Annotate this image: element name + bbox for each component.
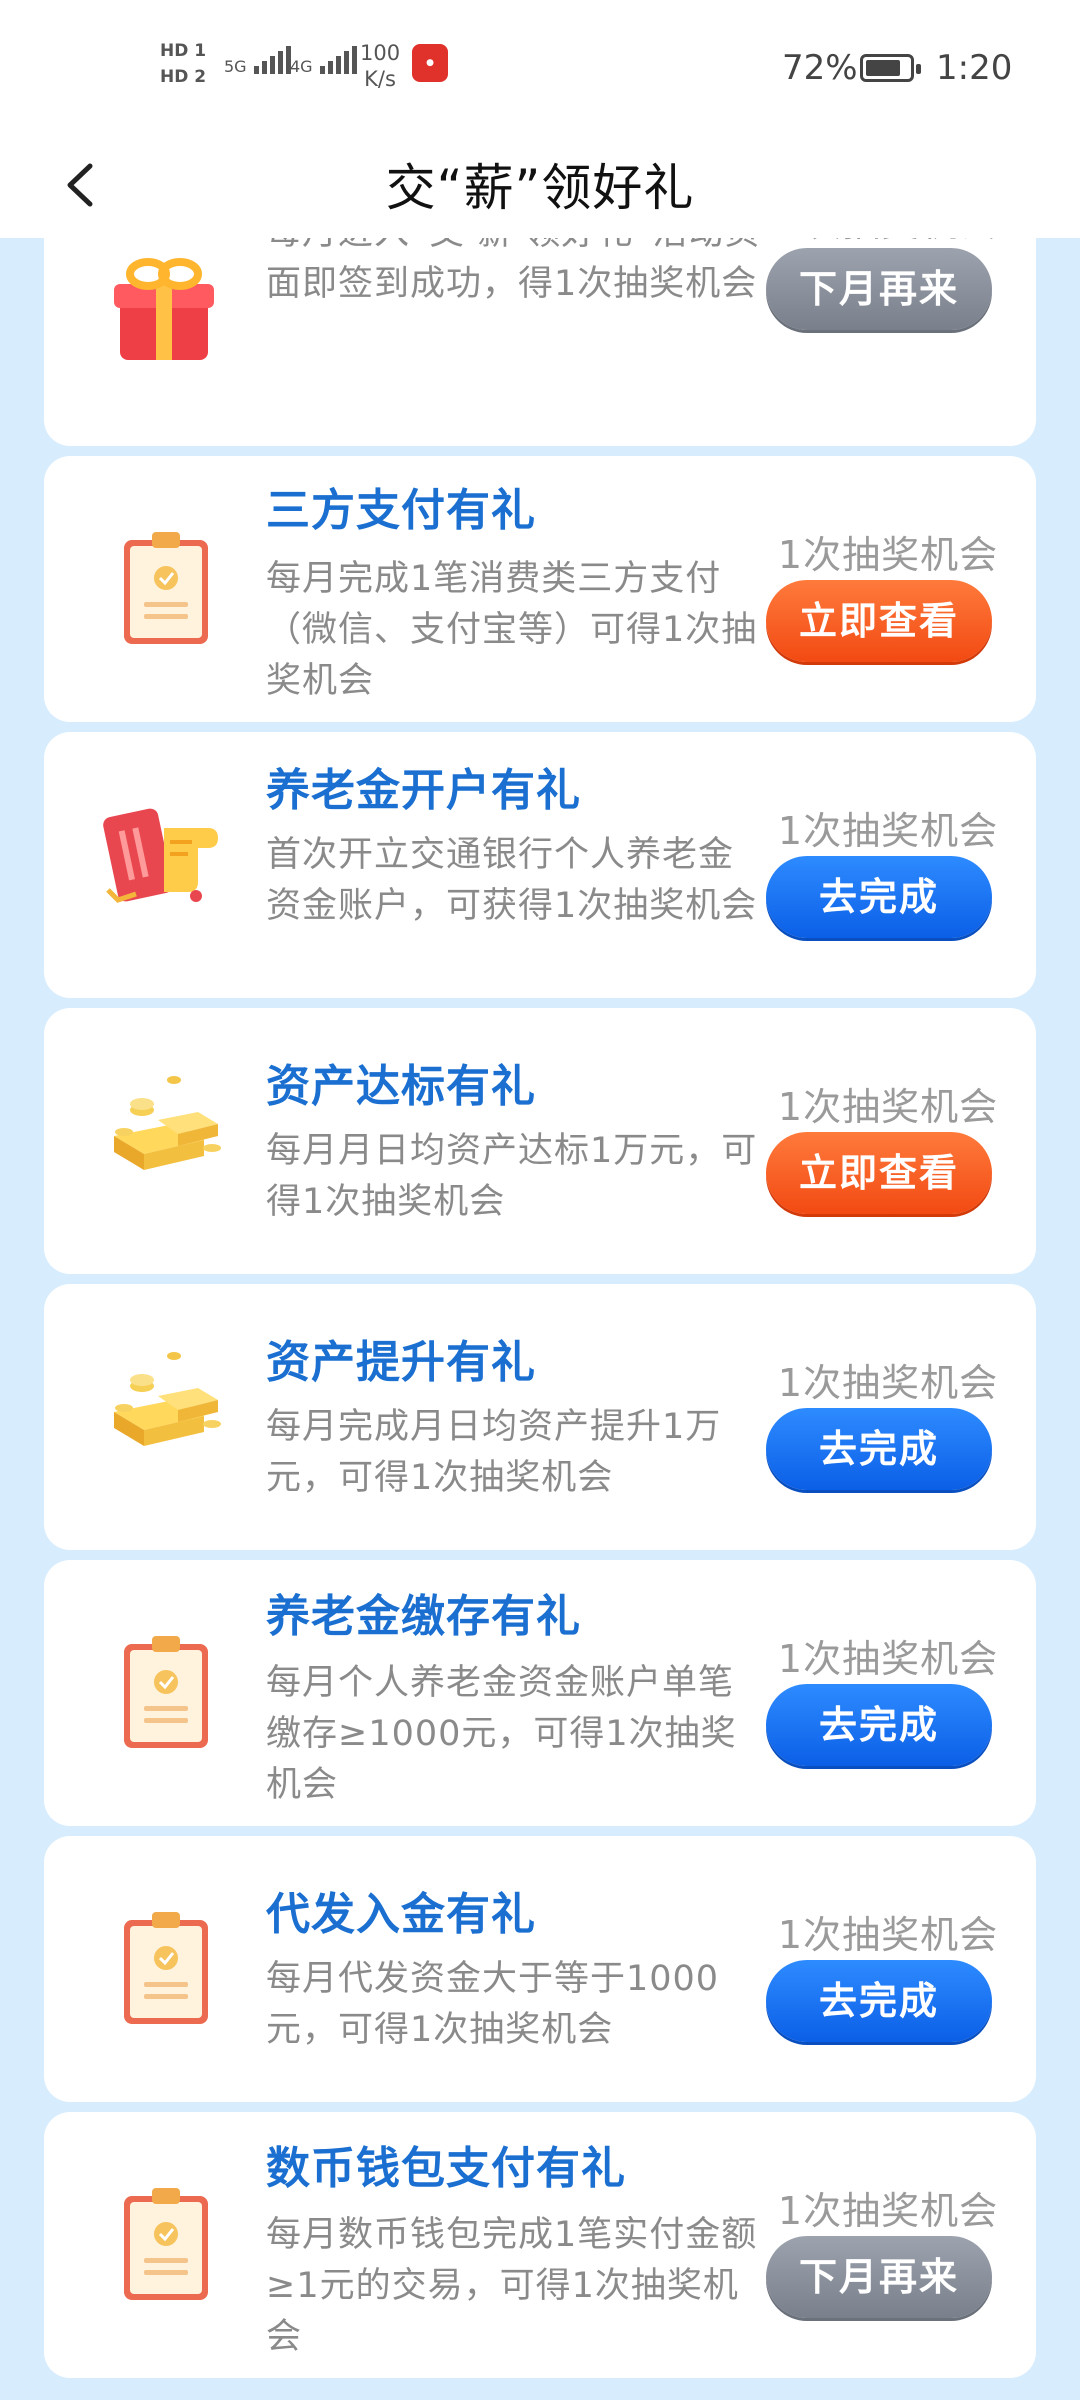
task-card: 签到有礼 每月进入“交‘薪’领好礼”活动页面即签到成功，得1次抽奖机会 1次抽奖…	[44, 238, 1036, 446]
network-speed: 100 K/s	[360, 40, 400, 92]
task-title: 资产达标有礼	[266, 1061, 536, 1112]
task-card: 养老金开户有礼 首次开立交通银行个人养老金资金账户，可获得1次抽奖机会 1次抽奖…	[44, 732, 1036, 998]
pension-card-icon	[94, 782, 234, 922]
task-title: 养老金开户有礼	[266, 765, 581, 816]
hd-indicator: HD 1 HD 2	[160, 38, 212, 90]
task-action-button[interactable]: 去完成	[766, 1684, 992, 1766]
task-action-button[interactable]: 立即查看	[766, 580, 992, 662]
page-title: 交“薪”领好礼	[385, 159, 695, 217]
task-action-button[interactable]: 立即查看	[766, 1132, 992, 1214]
task-description: 首次开立交通银行个人养老金资金账户，可获得1次抽奖机会	[266, 835, 758, 926]
sig1-label: 5G	[224, 57, 247, 76]
status-bar: HD 1 HD 2 5G 4G 100 K/s ● 72% 1:20	[0, 0, 1080, 130]
task-reward: 1次抽奖机会	[777, 1637, 999, 1681]
task-card: 资产达标有礼 每月月日均资产达标1万元，可得1次抽奖机会 1次抽奖机会 立即查看	[44, 1008, 1036, 1274]
clock: 1:20	[936, 48, 1013, 88]
hd2-label: HD 2	[160, 67, 207, 87]
task-reward: 1次抽奖机会	[777, 1913, 999, 1957]
task-title: 数币钱包支付有礼	[266, 2143, 626, 2194]
signal-4g-icon: 4G	[290, 46, 362, 76]
task-action-button[interactable]: 去完成	[766, 856, 992, 938]
task-title: 三方支付有礼	[266, 485, 536, 536]
task-action-button[interactable]: 去完成	[766, 1408, 992, 1490]
task-reward: 1次抽奖机会	[777, 2189, 999, 2233]
clipboard-icon	[94, 1622, 234, 1762]
task-title: 资产提升有礼	[266, 1337, 536, 1388]
task-card: 养老金缴存有礼 每月个人养老金资金账户单笔缴存≥1000元，可得1次抽奖机会 1…	[44, 1560, 1036, 1826]
task-description: 每月数币钱包完成1笔实付金额≥1元的交易，可得1次抽奖机会	[266, 2215, 758, 2357]
app-notification-icon: ●	[412, 44, 448, 82]
task-description: 每月进入“交‘薪’领好礼”活动页面即签到成功，得1次抽奖机会	[266, 238, 760, 304]
battery-percent: 72%	[782, 48, 858, 88]
task-reward: 1次抽奖机会	[777, 1085, 999, 1129]
clipboard-icon	[94, 518, 234, 658]
task-card: 数币钱包支付有礼 每月数币钱包完成1笔实付金额≥1元的交易，可得1次抽奖机会 1…	[44, 2112, 1036, 2378]
battery-icon	[860, 54, 921, 82]
task-card: 代发入金有礼 每月代发资金大于等于1000元，可得1次抽奖机会 1次抽奖机会 去…	[44, 1836, 1036, 2102]
clipboard-icon	[94, 1898, 234, 2038]
speed-unit: K/s	[364, 67, 396, 91]
signal-5g-icon: 5G	[224, 46, 296, 76]
task-list[interactable]: 签到有礼 每月进入“交‘薪’领好礼”活动页面即签到成功，得1次抽奖机会 1次抽奖…	[0, 238, 1080, 2400]
task-description: 每月月日均资产达标1万元，可得1次抽奖机会	[266, 1131, 758, 1222]
task-card: 三方支付有礼 每月完成1笔消费类三方支付（微信、支付宝等）可得1次抽奖机会 1次…	[44, 456, 1036, 722]
sig2-label: 4G	[290, 57, 313, 76]
gold-bars-icon	[94, 1058, 234, 1198]
task-description: 每月个人养老金资金账户单笔缴存≥1000元，可得1次抽奖机会	[266, 1663, 737, 1805]
task-reward: 1次抽奖机会	[777, 1361, 999, 1405]
task-reward: 1次抽奖机会	[768, 238, 1008, 247]
task-description: 每月代发资金大于等于1000元，可得1次抽奖机会	[266, 1959, 720, 2050]
task-action-button[interactable]: 下月再来	[766, 248, 992, 330]
task-description: 每月完成月日均资产提升1万元，可得1次抽奖机会	[266, 1407, 722, 1498]
task-title: 代发入金有礼	[266, 1889, 536, 1940]
task-action-button[interactable]: 下月再来	[766, 2236, 992, 2318]
task-action-button[interactable]: 去完成	[766, 1960, 992, 2042]
task-card: 资产提升有礼 每月完成月日均资产提升1万元，可得1次抽奖机会 1次抽奖机会 去完…	[44, 1284, 1036, 1550]
task-reward: 1次抽奖机会	[777, 809, 999, 853]
speed-value: 100	[360, 41, 401, 65]
gold-bars-icon	[94, 1334, 234, 1474]
task-title: 养老金缴存有礼	[266, 1591, 581, 1642]
nav-bar: 交“薪”领好礼	[0, 130, 1080, 238]
task-reward: 1次抽奖机会	[777, 533, 999, 577]
gift-box-icon	[94, 240, 234, 380]
clipboard-icon	[94, 2174, 234, 2314]
hd1-label: HD 1	[160, 41, 207, 61]
task-description: 每月完成1笔消费类三方支付（微信、支付宝等）可得1次抽奖机会	[266, 559, 758, 701]
